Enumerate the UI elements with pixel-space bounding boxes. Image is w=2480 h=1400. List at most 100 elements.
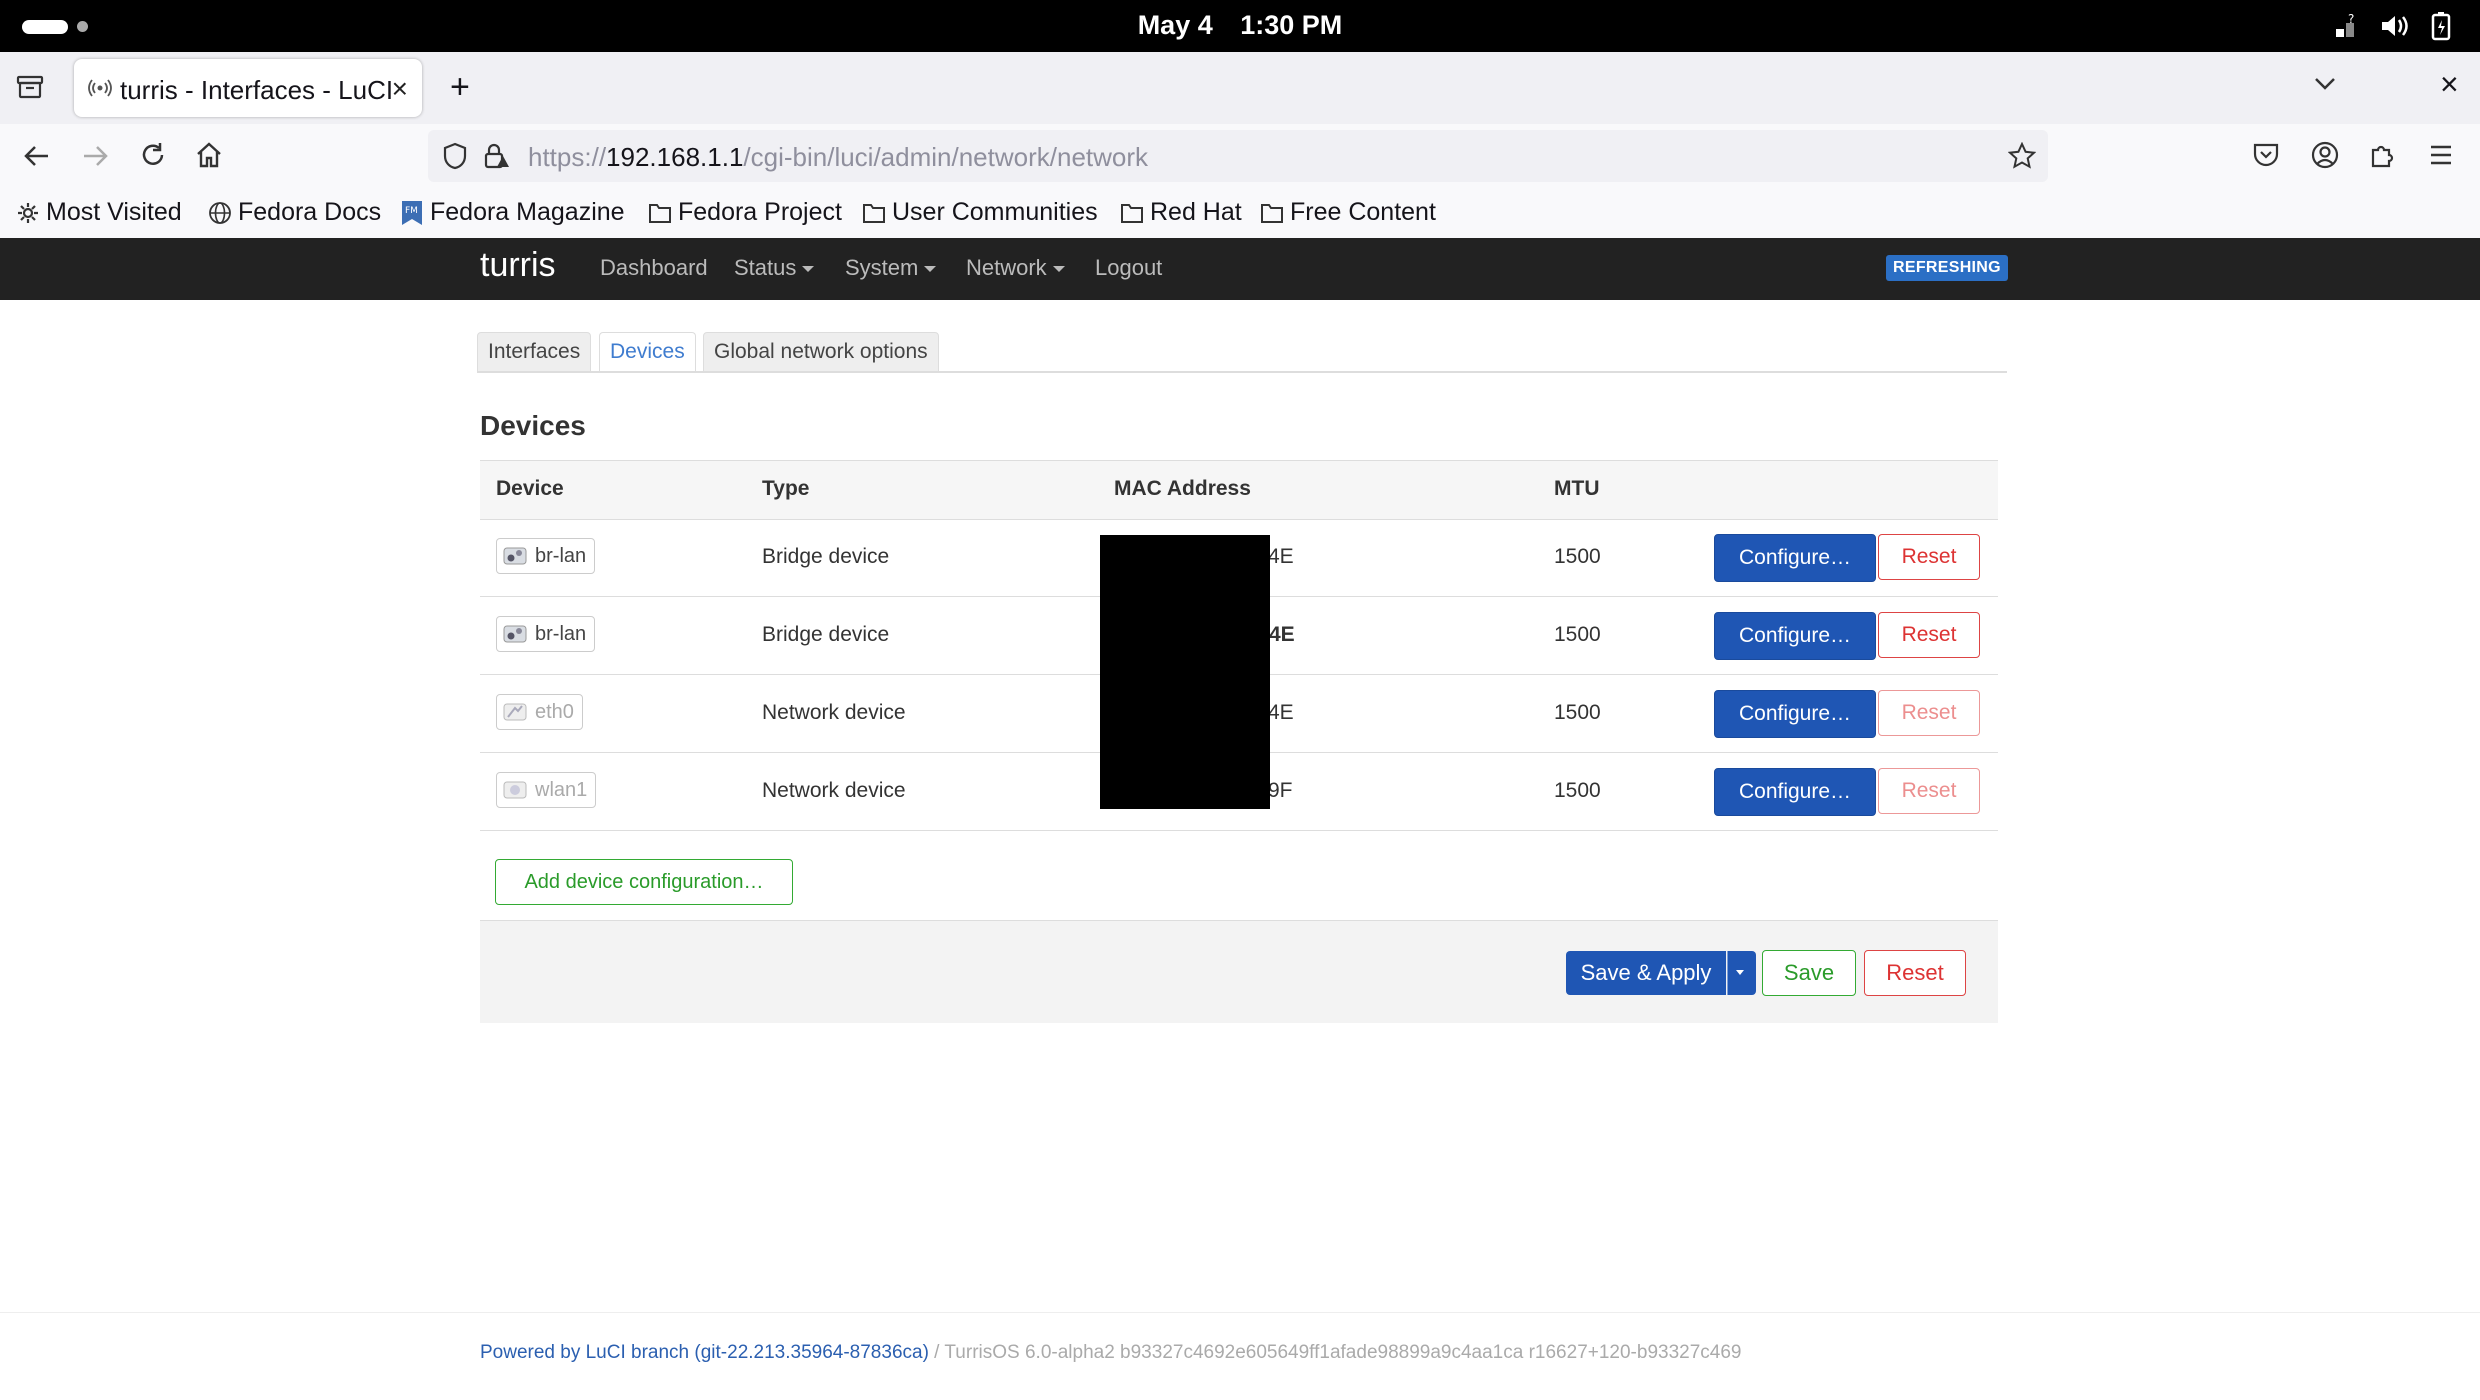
bookmark-star-icon[interactable] (2008, 142, 2036, 170)
section-title: Devices (480, 410, 586, 441)
bookmark-label: User Communities (892, 198, 1098, 226)
account-icon[interactable] (2310, 140, 2340, 170)
refreshing-badge[interactable]: REFRESHING (1886, 255, 2008, 281)
device-badge: wlan1 (496, 772, 597, 808)
nav-system[interactable]: System (845, 255, 937, 281)
luci-link[interactable]: Powered by LuCI branch (git-22.213.35964… (480, 1342, 929, 1363)
tab-global-network-options[interactable]: Global network options (703, 332, 939, 372)
reset-button[interactable]: Reset (1878, 534, 1980, 580)
device-name: br-lan (535, 545, 587, 567)
bookmark-fedora-magazine[interactable]: FM Fedora Magazine (400, 198, 625, 227)
configure-button[interactable]: Configure… (1714, 690, 1876, 738)
save-apply-dropdown[interactable] (1727, 951, 1756, 995)
extensions-icon[interactable] (2368, 140, 2398, 170)
bookmark-fedora-docs[interactable]: Fedora Docs (208, 198, 381, 227)
gear-icon (18, 202, 38, 223)
tab-close-icon[interactable]: × (392, 73, 408, 105)
bookmark-red-hat[interactable]: Red Hat (1120, 198, 1242, 227)
nav-status[interactable]: Status (734, 255, 815, 281)
bookmark-free-content[interactable]: Free Content (1260, 198, 1436, 227)
pocket-icon[interactable] (2252, 141, 2280, 169)
bookmark-label: Free Content (1290, 198, 1436, 226)
footer-divider (0, 1312, 2480, 1313)
folder-icon (1261, 203, 1283, 223)
table-header: Device Type MAC Address MTU (480, 460, 1998, 520)
reset-all-button[interactable]: Reset (1864, 950, 1966, 996)
add-device-configuration-button[interactable]: Add device configuration… (495, 859, 793, 905)
reset-button[interactable]: Reset (1878, 690, 1980, 736)
svg-text:?: ? (2348, 13, 2354, 26)
tab-interfaces[interactable]: Interfaces (477, 332, 592, 372)
tracking-shield-icon[interactable] (442, 142, 468, 170)
list-tabs-chevron-icon[interactable] (2312, 72, 2338, 94)
header-mac: MAC Address (1114, 477, 1251, 500)
save-apply-button[interactable]: Save & Apply (1566, 951, 1726, 995)
folder-icon (1121, 203, 1143, 223)
bookmark-label: Red Hat (1150, 198, 1242, 226)
reset-button[interactable]: Reset (1878, 612, 1980, 658)
bookmarks-toolbar: Most Visited Fedora Docs FM Fedora Magaz… (0, 188, 2480, 239)
redaction-box (1100, 535, 1270, 809)
bookmark-most-visited[interactable]: Most Visited (16, 198, 182, 227)
nav-dashboard[interactable]: Dashboard (600, 255, 708, 281)
tab-divider (477, 371, 2007, 373)
header-device: Device (496, 477, 564, 500)
configure-button[interactable]: Configure… (1714, 768, 1876, 816)
configure-button[interactable]: Configure… (1714, 612, 1876, 660)
hamburger-menu-icon[interactable] (2428, 142, 2454, 168)
clock[interactable]: May 4 1:30 PM (0, 10, 2480, 41)
os-top-bar: May 4 1:30 PM ? (0, 0, 2480, 52)
url-text: https://192.168.1.1/cgi-bin/luci/admin/n… (528, 142, 1149, 172)
device-name: wlan1 (535, 779, 588, 801)
bridge-device-icon (503, 547, 527, 565)
nav-label: Network (966, 255, 1047, 280)
bookmark-label: Fedora Docs (238, 198, 382, 226)
new-tab-icon[interactable]: + (450, 68, 470, 107)
wireless-favicon-icon (88, 77, 112, 99)
caret-down-icon (1052, 266, 1065, 273)
header-type: Type (762, 477, 810, 500)
fedora-magazine-icon: FM (402, 200, 422, 225)
reload-icon[interactable] (138, 140, 168, 170)
nav-label: Logout (1095, 255, 1163, 280)
tab-devices[interactable]: Devices (599, 332, 696, 372)
mtu-value: 1500 (1554, 701, 1601, 724)
luci-header: turris Dashboard Status System Network L… (0, 238, 2480, 300)
mac-address: 4E (1268, 701, 1294, 724)
device-badge: eth0 (496, 694, 583, 730)
network-question-icon[interactable]: ? (2334, 13, 2362, 39)
brand-logo[interactable]: turris (480, 246, 556, 285)
mac-address: 4E (1268, 545, 1294, 568)
nav-label: Dashboard (600, 255, 708, 280)
browser-tab-strip: turris - Interfaces - LuCI × + × (0, 52, 2480, 124)
back-icon[interactable] (22, 142, 52, 170)
forward-icon[interactable] (80, 142, 110, 170)
device-name: br-lan (535, 623, 587, 645)
tab-overview-icon[interactable] (16, 74, 44, 100)
insecure-lock-icon[interactable] (482, 142, 510, 170)
bookmark-label: Fedora Project (678, 198, 842, 226)
device-type: Bridge device (762, 545, 890, 568)
browser-tab[interactable]: turris - Interfaces - LuCI × (74, 59, 422, 117)
mac-address: 9F (1268, 779, 1293, 802)
ethernet-port-icon (503, 703, 527, 721)
window-close-icon[interactable]: × (2440, 66, 2459, 103)
volume-icon[interactable] (2380, 13, 2410, 39)
device-name: eth0 (535, 701, 574, 723)
footer: Powered by LuCI branch (git-22.213.35964… (480, 1342, 1741, 1364)
header-mtu: MTU (1554, 477, 1600, 500)
configure-button[interactable]: Configure… (1714, 534, 1876, 582)
bookmark-user-communities[interactable]: User Communities (862, 198, 1098, 227)
nav-logout[interactable]: Logout (1095, 255, 1162, 281)
mtu-value: 1500 (1554, 545, 1601, 568)
save-button[interactable]: Save (1762, 950, 1856, 996)
home-icon[interactable] (194, 140, 224, 170)
battery-icon[interactable] (2430, 11, 2452, 41)
nav-network[interactable]: Network (966, 255, 1065, 281)
bookmark-fedora-project[interactable]: Fedora Project (648, 198, 842, 227)
reset-button[interactable]: Reset (1878, 768, 1980, 814)
bookmark-label: Most Visited (46, 198, 182, 226)
svg-text:FM: FM (405, 206, 418, 216)
mtu-value: 1500 (1554, 779, 1601, 802)
url-bar[interactable]: https://192.168.1.1/cgi-bin/luci/admin/n… (428, 130, 2048, 182)
